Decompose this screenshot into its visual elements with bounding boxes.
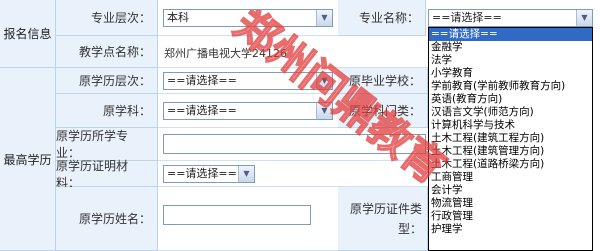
highest-edu-label: 最高学历 <box>0 68 56 251</box>
orig-subject-select[interactable]: ==请选择== ▼ <box>163 102 333 120</box>
orig-level-label: 原学历层次： <box>56 68 158 94</box>
major-level-label-text: 专业层次： <box>90 11 151 25</box>
major-name-dropdown-list[interactable]: ==请选择== 金融学 法学 小学教育 学前教育(学前教师教育方向) 英语(教育方向) 汉语… <box>428 27 593 251</box>
major-name-select[interactable]: ==请选择== ▼ <box>428 9 593 27</box>
teaching-site-label: 教学点名称： <box>56 36 158 68</box>
chevron-down-icon: ▼ <box>316 103 332 119</box>
dropdown-option[interactable]: 行政管理 <box>429 210 592 223</box>
orig-cert-type-label-text: 原学历证件类型： <box>349 201 422 236</box>
orig-cert-select[interactable]: ==请选择== ▼ <box>163 165 255 183</box>
orig-subject-cat-label: 原学科门类： <box>338 94 428 128</box>
dropdown-option[interactable]: 计算机科学与技术 <box>429 119 592 132</box>
dropdown-option[interactable]: 汉语言文学(师范方向) <box>429 106 592 119</box>
major-name-value: ==请选择== <box>432 11 502 24</box>
enroll-info-label: 报名信息 <box>0 0 56 68</box>
orig-cert-value: ==请选择== <box>167 167 237 180</box>
orig-name-label: 原学历姓名： <box>56 187 158 251</box>
major-name-label-text: 专业名称： <box>358 11 419 25</box>
orig-cert-label-text: 原学历证明材料： <box>56 158 129 190</box>
orig-cert-type-label: 原学历证件类型： <box>338 187 428 251</box>
dropdown-option[interactable]: 会计学 <box>429 184 592 197</box>
orig-school-label-text: 原毕业学校： <box>348 74 421 88</box>
dropdown-option[interactable]: 土木工程(建筑工程方向) <box>429 132 592 145</box>
highest-edu-text: 最高学历 <box>3 152 52 167</box>
dropdown-option[interactable]: 工商管理 <box>429 171 592 184</box>
dropdown-option[interactable]: 小学教育 <box>429 67 592 80</box>
dropdown-option[interactable]: 土木工程(建筑管理方向) <box>429 145 592 158</box>
dropdown-option[interactable]: 护理学 <box>429 223 592 236</box>
orig-school-label: 原毕业学校： <box>338 68 428 94</box>
major-level-select[interactable]: 本科 ▼ <box>163 9 333 27</box>
dropdown-option[interactable]: 金融学 <box>429 41 592 54</box>
teaching-site-value: 郑州广播电视大学24126 <box>164 47 287 60</box>
orig-level-select[interactable]: ==请选择== ▼ <box>163 72 333 90</box>
chevron-down-icon: ▼ <box>576 10 592 26</box>
orig-name-input[interactable] <box>163 205 311 225</box>
dropdown-option[interactable]: 英语(教育方向) <box>429 93 592 106</box>
chevron-down-icon: ▼ <box>238 166 254 182</box>
orig-cert-label: 原学历证明材料： <box>56 159 158 190</box>
orig-subject-value: ==请选择== <box>167 104 237 117</box>
major-level-value: 本科 <box>167 11 189 24</box>
orig-level-label-text: 原学历层次： <box>78 74 151 88</box>
dropdown-option[interactable]: ==请选择== <box>429 28 592 41</box>
dropdown-option[interactable]: 土木工程(道路桥梁方向) <box>429 158 592 171</box>
dropdown-option[interactable]: 物流管理 <box>429 197 592 210</box>
chevron-down-icon: ▼ <box>316 73 332 89</box>
orig-subject-cat-label-text: 原学科门类： <box>348 104 421 118</box>
dropdown-option[interactable]: 学前教育(学前教师教育方向) <box>429 80 592 93</box>
orig-name-label-text: 原学历姓名： <box>78 212 151 226</box>
dropdown-option[interactable]: 法学 <box>429 54 592 67</box>
major-level-label: 专业层次： <box>56 0 158 36</box>
orig-level-value: ==请选择== <box>167 74 237 87</box>
orig-major-input[interactable] <box>163 134 426 154</box>
orig-subject-label: 原学科： <box>56 94 158 128</box>
enroll-info-text: 报名信息 <box>3 27 52 41</box>
orig-subject-label-text: 原学科： <box>102 104 151 118</box>
major-name-label: 专业名称： <box>338 0 426 36</box>
teaching-site-label-text: 教学点名称： <box>78 45 151 59</box>
chevron-down-icon: ▼ <box>316 10 332 26</box>
